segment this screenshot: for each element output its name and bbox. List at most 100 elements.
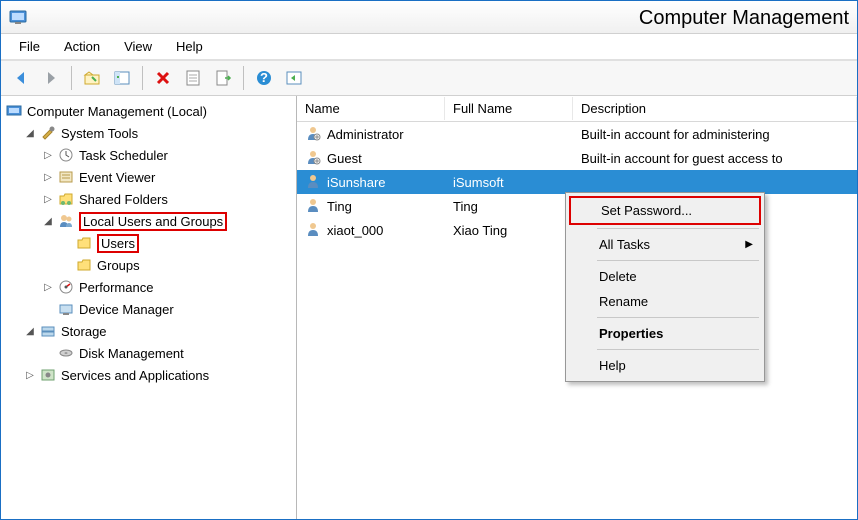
tree-system-tools-label: System Tools [61, 126, 138, 141]
tree-disk-management[interactable]: Disk Management [1, 342, 296, 364]
content-area: Computer Management (Local) ◢ System Too… [1, 96, 857, 519]
expand-icon[interactable]: ▷ [41, 192, 55, 206]
tree-local-users-groups[interactable]: ◢ Local Users and Groups [1, 210, 296, 232]
collapse-icon[interactable]: ◢ [23, 324, 37, 338]
tree-services-apps[interactable]: ▷ Services and Applications [1, 364, 296, 386]
ctx-set-password[interactable]: Set Password... [569, 196, 761, 225]
users-icon [57, 212, 75, 230]
empty-expand [59, 236, 73, 250]
ctx-help[interactable]: Help [569, 353, 761, 378]
list-row-administrator[interactable]: Administrator Built-in account for admin… [297, 122, 857, 146]
tree-shared-folders[interactable]: ▷ Shared Folders [1, 188, 296, 210]
row-name: Ting [327, 199, 352, 214]
properties-button[interactable] [179, 64, 207, 92]
list-row-isunshare[interactable]: iSunshare iSumsoft [297, 170, 857, 194]
row-name: iSunshare [327, 175, 386, 190]
expand-icon[interactable]: ▷ [41, 280, 55, 294]
expand-icon[interactable]: ▷ [41, 170, 55, 184]
ctx-separator [597, 260, 759, 261]
empty-expand [41, 302, 55, 316]
user-icon [305, 221, 323, 239]
folder-icon [75, 256, 93, 274]
tree-task-scheduler-label: Task Scheduler [79, 148, 168, 163]
user-icon [305, 173, 323, 191]
tree-device-manager[interactable]: Device Manager [1, 298, 296, 320]
tree-disk-management-label: Disk Management [79, 346, 184, 361]
empty-expand [59, 258, 73, 272]
services-icon [39, 366, 57, 384]
row-full: iSumsoft [453, 175, 504, 190]
collapse-icon[interactable]: ◢ [23, 126, 37, 140]
device-icon [57, 300, 75, 318]
col-full-name[interactable]: Full Name [445, 97, 573, 120]
user-icon [305, 149, 323, 167]
ctx-properties[interactable]: Properties [569, 321, 761, 346]
performance-icon [57, 278, 75, 296]
menubar: File Action View Help [1, 34, 857, 60]
refresh-button[interactable] [280, 64, 308, 92]
delete-button[interactable] [149, 64, 177, 92]
folder-icon [75, 234, 93, 252]
tree-performance-label: Performance [79, 280, 153, 295]
ctx-delete[interactable]: Delete [569, 264, 761, 289]
shared-folder-icon [57, 190, 75, 208]
show-hide-tree-button[interactable] [108, 64, 136, 92]
context-menu: Set Password... All Tasks Delete Rename … [565, 192, 765, 382]
ctx-all-tasks[interactable]: All Tasks [569, 232, 761, 257]
forward-button[interactable] [37, 64, 65, 92]
svg-text:?: ? [260, 70, 268, 85]
row-desc: Built-in account for guest access to [581, 151, 783, 166]
row-full: Ting [453, 199, 478, 214]
storage-icon [39, 322, 57, 340]
toolbar-divider [142, 66, 143, 90]
tools-icon [39, 124, 57, 142]
col-name[interactable]: Name [297, 97, 445, 120]
row-desc: Built-in account for administering [581, 127, 770, 142]
tree-event-viewer[interactable]: ▷ Event Viewer [1, 166, 296, 188]
tree-users[interactable]: Users [1, 232, 296, 254]
user-icon [305, 197, 323, 215]
disk-icon [57, 344, 75, 362]
computer-icon [5, 102, 23, 120]
tree-task-scheduler[interactable]: ▷ Task Scheduler [1, 144, 296, 166]
help-button[interactable]: ? [250, 64, 278, 92]
ctx-separator [597, 317, 759, 318]
back-button[interactable] [7, 64, 35, 92]
export-button[interactable] [209, 64, 237, 92]
tree-storage-label: Storage [61, 324, 107, 339]
menu-action[interactable]: Action [54, 35, 110, 58]
tree-local-users-groups-label: Local Users and Groups [79, 212, 227, 231]
expand-icon[interactable]: ▷ [23, 368, 37, 382]
tree-performance[interactable]: ▷ Performance [1, 276, 296, 298]
ctx-rename[interactable]: Rename [569, 289, 761, 314]
toolbar: ? [1, 60, 857, 96]
tree-event-viewer-label: Event Viewer [79, 170, 155, 185]
event-icon [57, 168, 75, 186]
app-icon [9, 8, 27, 26]
list-panel: Name Full Name Description Administrator… [297, 96, 857, 519]
collapse-icon[interactable]: ◢ [41, 214, 55, 228]
tree-groups[interactable]: Groups [1, 254, 296, 276]
tree-root[interactable]: Computer Management (Local) [1, 100, 296, 122]
toolbar-divider [243, 66, 244, 90]
col-description[interactable]: Description [573, 97, 857, 120]
list-header: Name Full Name Description [297, 96, 857, 122]
tree-system-tools[interactable]: ◢ System Tools [1, 122, 296, 144]
tree-groups-label: Groups [97, 258, 140, 273]
tree-root-label: Computer Management (Local) [27, 104, 207, 119]
row-name: Administrator [327, 127, 404, 142]
ctx-separator [597, 349, 759, 350]
row-name: Guest [327, 151, 362, 166]
up-button[interactable] [78, 64, 106, 92]
menu-view[interactable]: View [114, 35, 162, 58]
menu-file[interactable]: File [9, 35, 50, 58]
tree-panel: Computer Management (Local) ◢ System Too… [1, 96, 297, 519]
list-row-guest[interactable]: Guest Built-in account for guest access … [297, 146, 857, 170]
expand-icon[interactable]: ▷ [41, 148, 55, 162]
tree-services-apps-label: Services and Applications [61, 368, 209, 383]
user-icon [305, 125, 323, 143]
row-name: xiaot_000 [327, 223, 383, 238]
window-title: Computer Management [639, 7, 849, 30]
menu-help[interactable]: Help [166, 35, 213, 58]
tree-storage[interactable]: ◢ Storage [1, 320, 296, 342]
